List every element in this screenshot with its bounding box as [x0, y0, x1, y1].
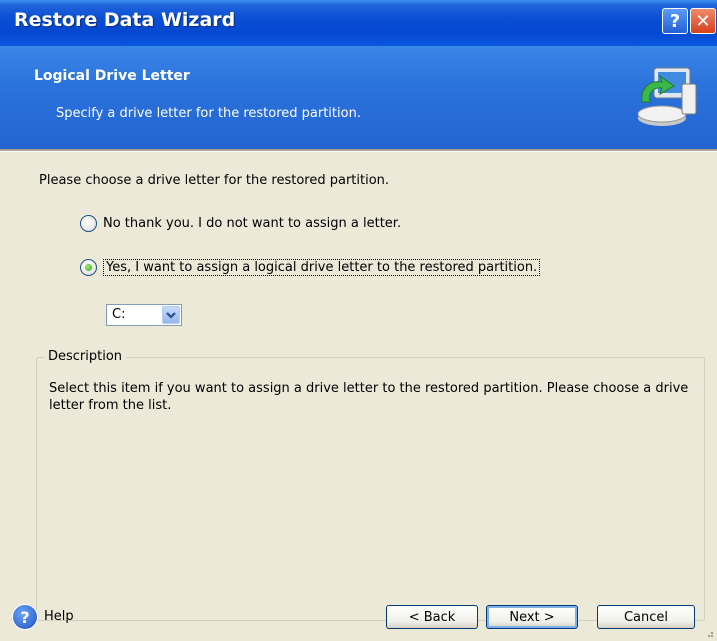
- assign-letter-option[interactable]: Yes, I want to assign a logical drive le…: [80, 259, 541, 276]
- chevron-down-icon: [166, 312, 176, 319]
- radio-button-selected[interactable]: [80, 259, 97, 276]
- close-button[interactable]: ✕: [690, 8, 716, 34]
- next-button-label: Next >: [509, 609, 555, 625]
- question-mark-icon: ?: [20, 607, 30, 627]
- wizard-window: Restore Data Wizard ? ✕ Logical Drive Le…: [0, 0, 717, 641]
- dropdown-arrow[interactable]: [162, 306, 180, 324]
- title-help-button[interactable]: ?: [662, 8, 688, 34]
- drive-letter-value: C:: [112, 307, 126, 322]
- restore-computer-icon: [637, 67, 697, 126]
- help-icon[interactable]: ?: [12, 604, 38, 630]
- description-text: Select this item if you want to assign a…: [49, 381, 689, 413]
- title-bar[interactable]: Restore Data Wizard ? ✕: [0, 0, 717, 46]
- cancel-button[interactable]: Cancel: [597, 605, 695, 629]
- wizard-header: Logical Drive Letter Specify a drive let…: [0, 46, 717, 149]
- assign-letter-label: Yes, I want to assign a logical drive le…: [103, 259, 541, 276]
- header-title: Logical Drive Letter: [34, 68, 190, 84]
- radio-button[interactable]: [80, 215, 97, 232]
- instruction-text: Please choose a drive letter for the res…: [39, 173, 390, 188]
- help-link[interactable]: Help: [44, 609, 74, 624]
- header-separator: [0, 149, 717, 152]
- close-icon: ✕: [695, 10, 711, 32]
- drive-letter-dropdown[interactable]: C:: [106, 304, 182, 326]
- no-letter-option[interactable]: No thank you. I do not want to assign a …: [80, 215, 401, 232]
- header-subtitle: Specify a drive letter for the restored …: [56, 106, 361, 121]
- back-button[interactable]: < Back: [386, 605, 478, 629]
- resize-grip-icon[interactable]: [704, 628, 714, 638]
- no-letter-label: No thank you. I do not want to assign a …: [103, 216, 402, 231]
- window-title: Restore Data Wizard: [14, 9, 236, 31]
- cancel-button-label: Cancel: [623, 609, 669, 625]
- next-button[interactable]: Next >: [486, 605, 578, 629]
- description-legend: Description: [44, 349, 127, 364]
- back-button-label: < Back: [408, 609, 456, 625]
- question-mark-icon: ?: [669, 10, 681, 32]
